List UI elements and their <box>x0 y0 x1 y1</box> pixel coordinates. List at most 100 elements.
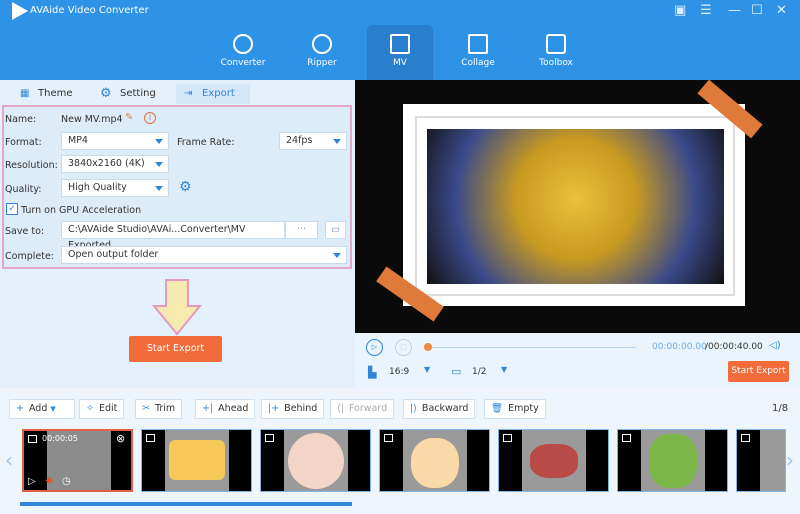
clip-thumb[interactable] <box>260 429 371 492</box>
seek-bar[interactable] <box>428 347 636 348</box>
clip-thumb[interactable] <box>498 429 609 492</box>
browse-button[interactable]: ··· <box>285 221 318 239</box>
insert-behind-icon: |+ <box>268 403 280 414</box>
nav-label: Toolbox <box>539 58 573 68</box>
clock-icon[interactable]: ◷ <box>62 476 71 487</box>
ahead-button[interactable]: +| Ahead <box>195 399 256 419</box>
nav-converter[interactable]: Converter <box>210 25 276 80</box>
save-to-label: Save to: <box>5 226 45 237</box>
insert-ahead-icon: +| <box>202 403 214 414</box>
total-time: /00:00:40.00 <box>705 342 763 352</box>
quality-settings-gear-icon[interactable]: ⚙ <box>179 179 192 195</box>
image-icon <box>384 434 393 442</box>
name-value: New MV.mp4 <box>61 114 123 125</box>
aspect-dropdown-icon[interactable]: ▼ <box>424 365 430 374</box>
clip-thumb[interactable] <box>617 429 728 492</box>
nav-label: Collage <box>461 58 495 68</box>
clip-thumb[interactable]: 00:00:05 ⊗ ▷ ✸ ◷ <box>22 429 133 492</box>
current-time: 00:00:00.00 <box>652 342 707 352</box>
clip-thumb[interactable] <box>141 429 252 492</box>
format-select[interactable]: MP4 <box>61 132 169 150</box>
quality-select[interactable]: High Quality <box>61 179 169 197</box>
scroll-right-icon[interactable]: › <box>786 448 794 472</box>
minimize-icon[interactable]: — <box>728 3 741 18</box>
start-export-button[interactable]: Start Export <box>129 336 222 362</box>
export-icon: ⇥ <box>184 88 193 99</box>
add-label: Add <box>28 403 48 414</box>
app-title: AVAide Video Converter <box>30 5 149 16</box>
feedback-icon[interactable]: ▣ <box>674 3 686 18</box>
menu-icon[interactable]: ☰ <box>700 3 712 18</box>
resolution-value: 3840x2160 (4K) <box>68 158 145 169</box>
chevron-down-icon <box>155 139 163 144</box>
gpu-checkbox[interactable]: ✓ <box>6 203 18 215</box>
nav-mv[interactable]: MV <box>367 25 433 80</box>
tab-label: Theme <box>38 88 73 99</box>
close-icon[interactable]: ✕ <box>776 3 787 18</box>
scissors-icon: ✂ <box>142 403 150 414</box>
video-preview <box>355 80 800 333</box>
scroll-left-icon[interactable]: ‹ <box>5 448 13 472</box>
backward-label: Backward <box>421 403 469 414</box>
edit-name-icon[interactable]: ✎ <box>125 112 133 123</box>
chevron-down-icon <box>333 253 341 258</box>
clip-thumb[interactable] <box>736 429 786 492</box>
monitor-icon: ▭ <box>451 365 462 378</box>
edit-label: Edit <box>98 403 118 414</box>
seek-handle[interactable] <box>424 343 432 351</box>
nav-label: Ripper <box>307 58 337 68</box>
backward-icon: |⟩ <box>410 403 417 414</box>
save-path-field[interactable]: C:\AVAide Studio\AVAi...Converter\MV Exp… <box>61 221 285 251</box>
edit-button[interactable]: ✧ Edit <box>79 399 125 419</box>
tab-theme[interactable]: ▦ Theme <box>2 84 82 104</box>
page-dropdown-icon[interactable]: ▼ <box>501 365 507 374</box>
resolution-select[interactable]: 3840x2160 (4K) <box>61 155 169 173</box>
format-label: Format: <box>5 137 42 148</box>
clip-image <box>522 430 586 491</box>
clip-image <box>165 430 229 491</box>
image-icon <box>622 434 631 442</box>
tab-export[interactable]: ⇥ Export <box>176 84 250 104</box>
plus-icon: + <box>16 403 24 414</box>
clip-count: 1/8 <box>772 403 789 414</box>
nav-ripper[interactable]: Ripper <box>289 25 355 80</box>
empty-button[interactable]: 🗑 Empty <box>484 399 546 419</box>
open-folder-icon[interactable]: ▭ <box>325 221 346 239</box>
tab-setting[interactable]: ⚙ Setting <box>84 84 174 104</box>
maximize-icon[interactable]: ☐ <box>751 3 763 18</box>
complete-select[interactable]: Open output folder <box>61 246 347 264</box>
effect-icon[interactable]: ✸ <box>45 476 53 487</box>
ahead-label: Ahead <box>218 403 249 414</box>
timeline-scrollbar[interactable] <box>20 502 352 506</box>
nav-label: Converter <box>220 58 266 68</box>
play-clip-icon[interactable]: ▷ <box>28 476 36 487</box>
start-export-small-button[interactable]: Start Export <box>728 361 789 382</box>
chevron-down-icon <box>333 139 341 144</box>
add-button[interactable]: + Add ▼ <box>9 399 75 419</box>
stop-button[interactable]: □ <box>395 339 412 356</box>
forward-button[interactable]: ⟨| Forward <box>330 399 395 419</box>
clip-thumb[interactable] <box>379 429 490 492</box>
collage-icon <box>468 34 488 54</box>
nav-collage[interactable]: Collage <box>445 25 511 80</box>
frame-rate-select[interactable]: 24fps <box>279 132 347 150</box>
chevron-down-icon: ▼ <box>50 405 56 413</box>
theme-icon: ▦ <box>20 88 30 99</box>
empty-label: Empty <box>508 403 539 414</box>
remove-clip-icon[interactable]: ⊗ <box>116 432 125 445</box>
frame-rate-value: 24fps <box>286 135 313 146</box>
forward-label: Forward <box>348 403 388 414</box>
backward-button[interactable]: |⟩ Backward <box>403 399 476 419</box>
info-icon[interactable]: i <box>144 112 156 124</box>
behind-button[interactable]: |+ Behind <box>261 399 325 419</box>
arrow-down-icon <box>152 279 202 336</box>
play-button[interactable]: ▷ <box>366 339 383 356</box>
trim-button[interactable]: ✂ Trim <box>135 399 183 419</box>
resolution-label: Resolution: <box>5 160 58 171</box>
behind-label: Behind <box>284 403 318 414</box>
aspect-ratio-value: 16:9 <box>389 367 410 377</box>
clip-image <box>403 430 467 491</box>
app-logo-icon <box>12 2 28 20</box>
nav-toolbox[interactable]: Toolbox <box>523 25 589 80</box>
volume-icon[interactable]: ◁) <box>769 340 781 351</box>
